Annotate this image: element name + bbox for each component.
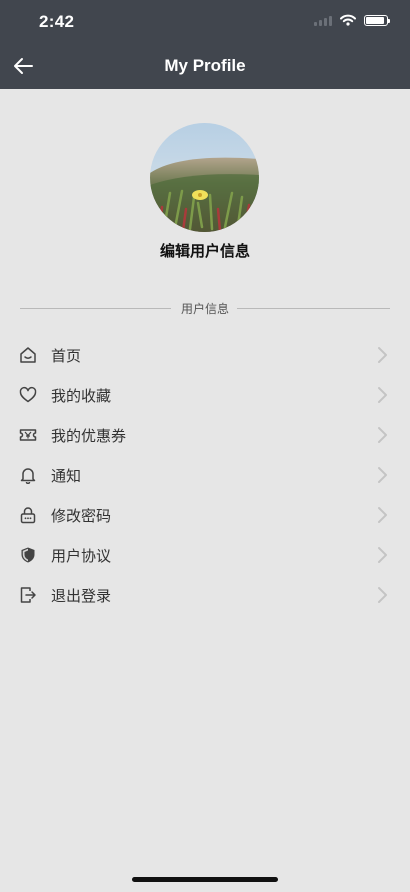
divider-line-right	[237, 308, 390, 309]
logout-icon	[20, 587, 36, 603]
wifi-icon	[340, 14, 356, 26]
profile-menu: 首页 我的收藏 我的优惠券 通知 修改密码 用户协议 退出登录	[0, 335, 410, 615]
menu-item-label: 通知	[51, 466, 82, 485]
status-time: 2:42	[39, 12, 75, 31]
chevron-right-icon	[378, 347, 387, 363]
home-indicator	[132, 877, 278, 882]
edit-profile-link[interactable]: 编辑用户信息	[0, 240, 410, 261]
avatar-photo	[150, 123, 259, 232]
cellular-signal-icon	[314, 14, 332, 26]
menu-item-coupons[interactable]: 我的优惠券	[0, 415, 410, 455]
menu-item-label: 退出登录	[51, 586, 112, 605]
menu-item-logout[interactable]: 退出登录	[0, 575, 410, 615]
app-header: 2:42 My Profile	[0, 0, 410, 89]
menu-item-label: 修改密码	[51, 506, 112, 525]
page-title: My Profile	[164, 56, 246, 75]
section-divider: 用户信息	[20, 300, 390, 316]
chevron-right-icon	[378, 467, 387, 483]
menu-item-label: 首页	[51, 346, 82, 365]
avatar[interactable]	[150, 123, 259, 232]
chevron-right-icon	[378, 507, 387, 523]
status-icons	[314, 14, 390, 26]
battery-icon	[364, 14, 390, 26]
bell-icon	[20, 468, 36, 484]
chevron-right-icon	[378, 547, 387, 563]
menu-item-change-password[interactable]: 修改密码	[0, 495, 410, 535]
lock-icon	[20, 507, 36, 524]
menu-item-favorites[interactable]: 我的收藏	[0, 375, 410, 415]
menu-item-user-agreement[interactable]: 用户协议	[0, 535, 410, 575]
menu-item-label: 用户协议	[51, 546, 112, 565]
chevron-right-icon	[378, 427, 387, 443]
menu-item-home[interactable]: 首页	[0, 335, 410, 375]
coupon-icon	[19, 429, 37, 441]
shield-icon	[21, 547, 35, 563]
menu-item-label: 我的优惠券	[51, 426, 127, 445]
heart-icon	[19, 386, 37, 403]
chevron-right-icon	[378, 387, 387, 403]
chevron-right-icon	[378, 587, 387, 603]
menu-item-notifications[interactable]: 通知	[0, 455, 410, 495]
home-icon	[20, 347, 36, 363]
menu-item-label: 我的收藏	[51, 386, 112, 405]
